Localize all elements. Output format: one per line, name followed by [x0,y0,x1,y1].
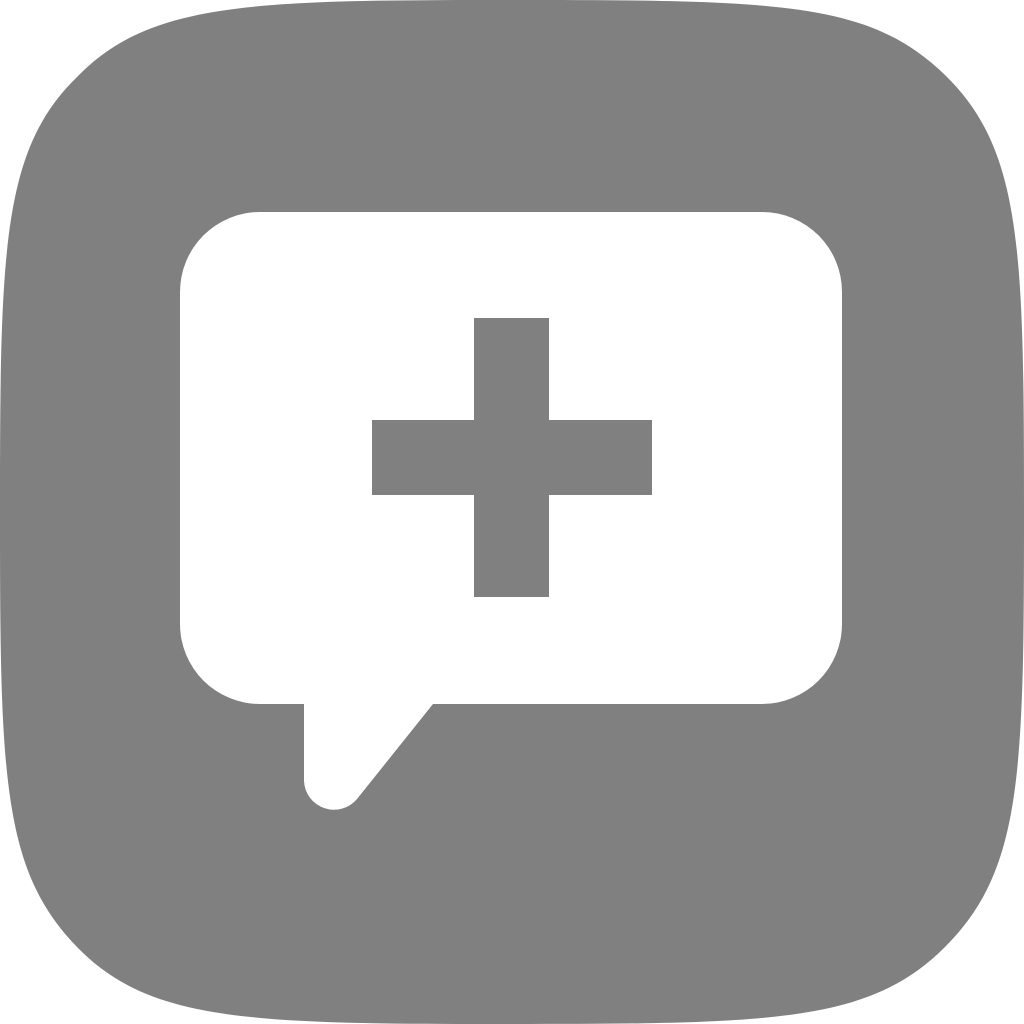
app-icon-graphic [0,0,1024,1024]
app-icon-new-message[interactable] [0,0,1024,1024]
